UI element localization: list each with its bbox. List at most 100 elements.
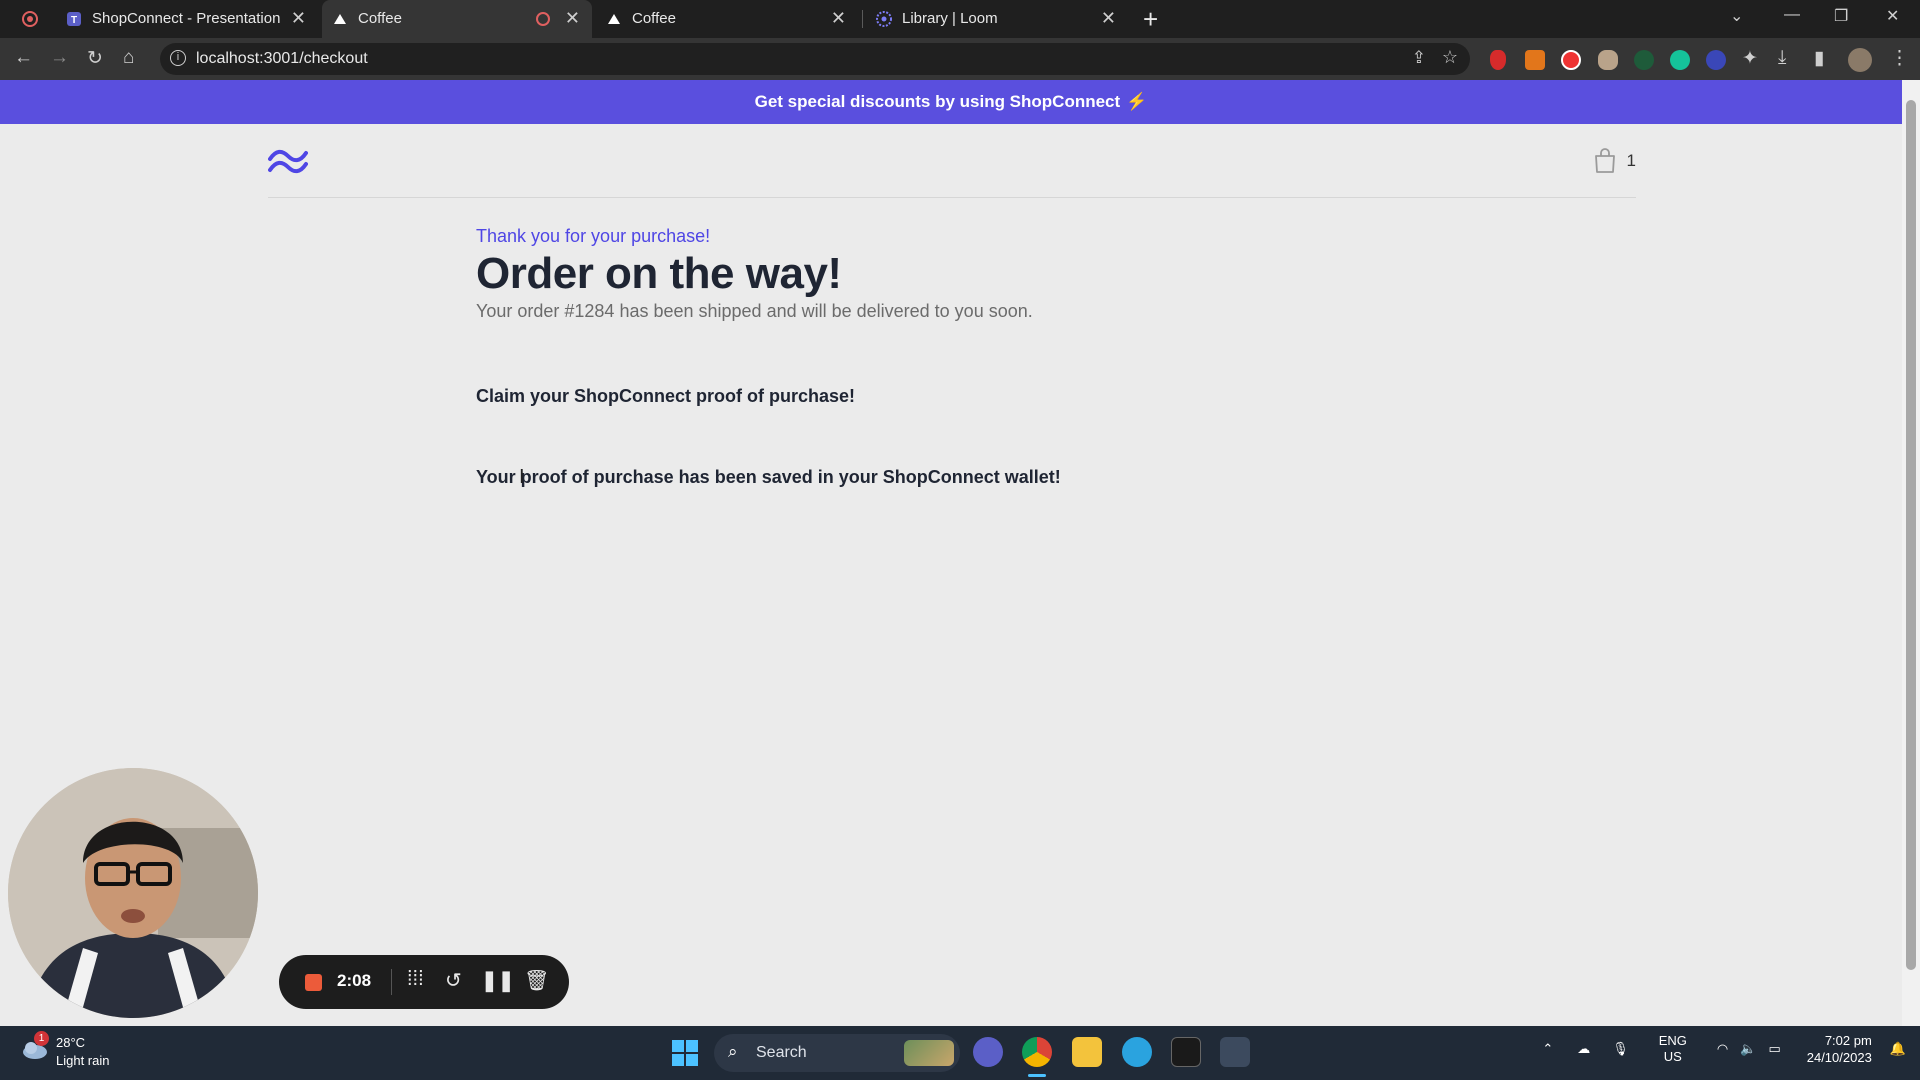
menu-kebab-icon[interactable]: ⋮ (1890, 47, 1909, 70)
tab-coffee[interactable]: Coffee ✕ (596, 0, 858, 38)
tab-label: Coffee (632, 10, 676, 27)
page-scrollbar[interactable] (1902, 80, 1920, 1026)
recording-tab-icon (536, 12, 550, 26)
windows-start-icon[interactable] (672, 1040, 698, 1066)
tailwind-logo-icon[interactable] (268, 146, 308, 176)
promo-banner: Get special discounts by using ShopConne… (0, 80, 1902, 124)
tab-label: Library | Loom (902, 10, 998, 27)
onedrive-icon[interactable]: ☁ (1577, 1041, 1590, 1057)
region-code: US (1663, 1049, 1682, 1064)
drawing-tools-icon[interactable]: ⁞⁞⁞ (407, 968, 424, 991)
vercel-icon (608, 14, 620, 24)
browser-toolbar: ← → ↻ ⌂ i localhost:3001/checkout ⇪ ☆ ✦ … (0, 38, 1920, 80)
search-placeholder: Search (756, 1044, 807, 1061)
pause-icon[interactable]: ❚❚ (481, 968, 515, 993)
share-icon[interactable]: ⇪ (1412, 48, 1426, 68)
extension-badge-icon[interactable] (1561, 50, 1581, 70)
active-app-indicator (1028, 1074, 1046, 1077)
tab-shopconnect-presentation[interactable]: T ShopConnect - Presentation ✕ (56, 0, 318, 38)
close-icon[interactable]: ✕ (291, 8, 306, 29)
battery-icon[interactable]: ▭ (1768, 1041, 1780, 1057)
svg-text:T: T (71, 15, 77, 26)
delete-icon[interactable]: 🗑 (524, 968, 549, 993)
terminal-icon[interactable] (1171, 1037, 1201, 1067)
extensions-puzzle-icon[interactable]: ✦ (1742, 47, 1758, 70)
download-icon[interactable]: ⤓ (1778, 47, 1786, 69)
address-bar[interactable]: i localhost:3001/checkout ⇪ ☆ (160, 43, 1470, 75)
rain-cloud-icon: 1 (20, 1031, 50, 1064)
recording-indicator-icon (22, 11, 38, 27)
show-hidden-icons-icon[interactable]: ⌃ (1542, 1041, 1553, 1057)
profile-avatar[interactable] (1848, 48, 1872, 72)
microphone-icon[interactable]: 🎙 (1612, 1041, 1629, 1057)
divider (391, 969, 392, 995)
chrome-icon[interactable] (1022, 1037, 1052, 1067)
reload-icon[interactable]: ↻ (87, 47, 103, 70)
page-title: Order on the way! (476, 249, 842, 298)
tab-label: ShopConnect - Presentation (92, 10, 281, 27)
loom-control-bar: 2:08 ⁞⁞⁞ ↺ ❚❚ 🗑 (279, 955, 569, 1009)
telegram-icon[interactable] (1122, 1037, 1152, 1067)
home-icon[interactable]: ⌂ (123, 47, 134, 69)
extension-green-icon[interactable] (1634, 50, 1654, 70)
side-panel-icon[interactable]: ▮ (1814, 47, 1824, 70)
loom-icon (876, 11, 892, 27)
volume-icon[interactable]: 🔈 (1740, 1041, 1756, 1057)
tab-separator (862, 10, 863, 28)
weather-alert-badge: 1 (34, 1031, 49, 1046)
windows-taskbar: 1 28°C Light rain ⌕ Search ⌃ ☁ 🎙 ENG US … (0, 1026, 1920, 1080)
vscode-icon[interactable] (1220, 1037, 1250, 1067)
close-window-icon[interactable]: ✕ (1886, 6, 1899, 26)
stop-recording-button[interactable] (305, 974, 322, 991)
extension-red-icon[interactable] (1490, 50, 1506, 70)
tab-coffee-active[interactable]: Coffee ✕ (322, 0, 592, 38)
tab-library-loom[interactable]: Library | Loom ✕ (866, 0, 1128, 38)
teams-meet-icon[interactable] (973, 1037, 1003, 1067)
tab-label: Coffee (358, 10, 402, 27)
taskbar-search[interactable]: ⌕ Search (714, 1034, 960, 1072)
checkout-confirmation: Thank you for your purchase! Order on th… (476, 226, 1376, 488)
minimize-icon[interactable]: — (1784, 6, 1800, 24)
site-info-icon[interactable]: i (170, 50, 186, 66)
close-icon[interactable]: ✕ (831, 8, 846, 29)
promo-text: Get special discounts by using ShopConne… (754, 92, 1121, 111)
language-indicator[interactable]: ENG US (1659, 1033, 1687, 1065)
new-tab-icon[interactable]: + (1143, 4, 1158, 35)
scrollbar-thumb[interactable] (1906, 100, 1916, 970)
search-icon: ⌕ (728, 1042, 738, 1061)
recording-timer: 2:08 (337, 971, 372, 990)
restore-icon[interactable]: ❐ (1834, 6, 1848, 26)
notification-bell-icon[interactable]: 🔔 (1890, 1041, 1906, 1057)
extension-hat-icon[interactable] (1598, 50, 1618, 70)
weather-temperature: 28°C (56, 1035, 86, 1050)
clock[interactable]: 7:02 pm 24/10/2023 (1807, 1032, 1872, 1066)
close-icon[interactable]: ✕ (565, 8, 580, 29)
language-code: ENG (1658, 1033, 1687, 1048)
close-icon[interactable]: ✕ (1101, 8, 1116, 29)
weather-description: Light rain (56, 1053, 110, 1068)
proof-saved-message: Your proof of purchase has been saved in… (476, 467, 1061, 487)
cart-count: 1 (1626, 151, 1636, 170)
weather-widget[interactable]: 1 28°C Light rain (20, 1031, 110, 1070)
bookmark-star-icon[interactable]: ☆ (1442, 47, 1458, 68)
file-explorer-icon[interactable] (1072, 1037, 1102, 1067)
teams-icon: T (67, 12, 81, 26)
wifi-icon[interactable]: ◠ (1717, 1041, 1728, 1057)
search-highlight-image (904, 1040, 954, 1066)
thank-you-text: Thank you for your purchase! (476, 226, 711, 246)
clock-time: 7:02 pm (1824, 1033, 1872, 1048)
metamask-icon[interactable] (1525, 50, 1545, 70)
back-icon[interactable]: ← (14, 47, 33, 69)
grammarly-icon[interactable] (1670, 50, 1690, 70)
cart-button[interactable]: 1 (1593, 148, 1636, 174)
tab-search-icon[interactable]: ⌄ (1730, 6, 1743, 26)
forward-icon[interactable]: → (50, 47, 69, 69)
extension-blue-icon[interactable] (1706, 50, 1726, 70)
browser-tabbar: T ShopConnect - Presentation ✕ Coffee ✕ … (0, 0, 1920, 38)
restart-icon[interactable]: ↺ (445, 968, 462, 993)
system-tray: ⌃ ☁ 🎙 ENG US ◠ 🔈 ▭ 7:02 pm 24/10/2023 🔔 (1542, 1032, 1906, 1066)
clock-date: 24/10/2023 (1806, 1050, 1872, 1065)
order-status-text: Your order #1284 has been shipped and wi… (476, 301, 1033, 321)
url-text: localhost:3001/checkout (196, 50, 368, 67)
loom-webcam-bubble[interactable] (8, 768, 258, 1018)
